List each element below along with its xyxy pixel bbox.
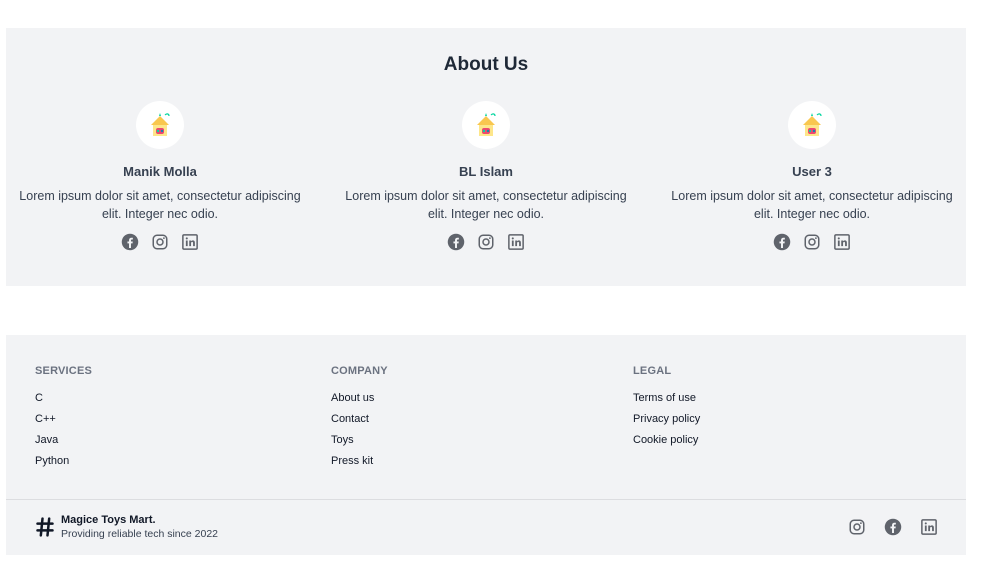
- footer-column-heading: SERVICES: [35, 365, 93, 377]
- footer-social-links: [848, 518, 938, 536]
- facebook-icon[interactable]: [884, 518, 902, 536]
- footer-link[interactable]: Terms of use: [633, 392, 696, 404]
- footer-link[interactable]: Python: [35, 455, 69, 467]
- brand-tagline: Providing reliable tech since 2022: [61, 528, 219, 540]
- about-title: About Us: [443, 54, 529, 75]
- footer-divider: [6, 499, 966, 500]
- footer-link[interactable]: Press kit: [331, 455, 373, 467]
- site-footer: SERVICES C C++ Java Python COMPANY About…: [6, 335, 966, 555]
- instagram-icon[interactable]: [803, 233, 821, 251]
- footer-link[interactable]: Cookie policy: [633, 434, 698, 446]
- avatar: [136, 101, 184, 149]
- footer-link[interactable]: C: [35, 392, 43, 404]
- member-social-links: [336, 233, 636, 251]
- linkedin-icon[interactable]: [833, 233, 851, 251]
- linkedin-icon[interactable]: [181, 233, 199, 251]
- facebook-icon[interactable]: [121, 233, 139, 251]
- member-name: User 3: [792, 164, 832, 179]
- footer-link[interactable]: Java: [35, 434, 58, 446]
- instagram-icon[interactable]: [848, 518, 866, 536]
- member-name: Manik Molla: [123, 164, 197, 179]
- member-bio: Lorem ipsum dolor sit amet, consectetur …: [671, 189, 953, 221]
- footer-column-heading: LEGAL: [633, 365, 672, 377]
- footer-brand: Magice Toys Mart. Providing reliable tec…: [35, 513, 218, 541]
- member-bio: Lorem ipsum dolor sit amet, consectetur …: [345, 189, 627, 221]
- linkedin-icon[interactable]: [507, 233, 525, 251]
- toy-house-icon: [151, 113, 170, 136]
- footer-link[interactable]: Toys: [331, 434, 354, 446]
- member-name: BL Islam: [459, 164, 513, 179]
- member-social-links: [662, 233, 962, 251]
- footer-column-company: COMPANY About us Contact Toys Press kit: [331, 365, 388, 475]
- member-card: Manik Molla Lorem ipsum dolor sit amet, …: [10, 101, 310, 251]
- instagram-icon[interactable]: [151, 233, 169, 251]
- hash-icon: [36, 517, 54, 537]
- facebook-icon[interactable]: [773, 233, 791, 251]
- avatar: [788, 101, 836, 149]
- linkedin-icon[interactable]: [920, 518, 938, 536]
- footer-link[interactable]: Contact: [331, 413, 369, 425]
- footer-link[interactable]: Privacy policy: [633, 413, 700, 425]
- footer-link[interactable]: C++: [35, 413, 56, 425]
- toy-house-icon: [477, 113, 496, 136]
- toy-house-icon: [803, 113, 822, 136]
- avatar: [462, 101, 510, 149]
- about-section: About Us Manik Molla Lorem ipsum dolor s…: [6, 28, 966, 286]
- facebook-icon[interactable]: [447, 233, 465, 251]
- member-bio: Lorem ipsum dolor sit amet, consectetur …: [19, 189, 301, 221]
- footer-column-heading: COMPANY: [331, 365, 388, 377]
- footer-column-legal: LEGAL Terms of use Privacy policy Cookie…: [633, 365, 700, 454]
- member-social-links: [10, 233, 310, 251]
- footer-column-services: SERVICES C C++ Java Python: [35, 365, 92, 475]
- footer-link[interactable]: About us: [331, 392, 374, 404]
- brand-name: Magice Toys Mart.: [61, 514, 156, 526]
- instagram-icon[interactable]: [477, 233, 495, 251]
- member-card: User 3 Lorem ipsum dolor sit amet, conse…: [662, 101, 962, 251]
- member-card: BL Islam Lorem ipsum dolor sit amet, con…: [336, 101, 636, 251]
